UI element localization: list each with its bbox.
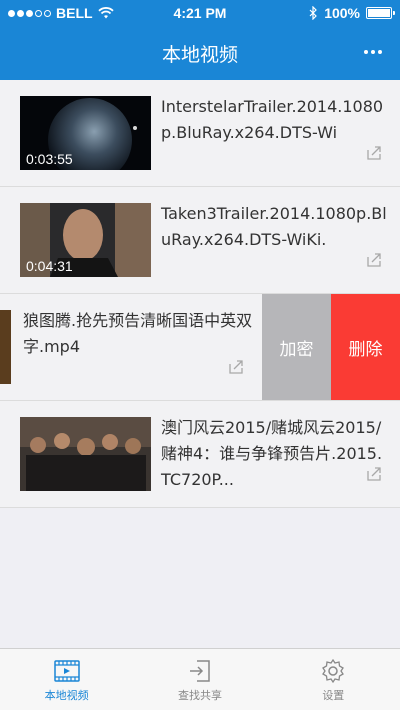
tab-settings[interactable]: 设置 bbox=[267, 649, 400, 710]
battery-icon bbox=[366, 7, 395, 19]
bluetooth-icon bbox=[309, 6, 318, 20]
video-name: 澳门风云2015/赌城风云2015/赌神4：谁与争锋预告片.2015.TC720… bbox=[161, 418, 383, 489]
tab-label: 本地视频 bbox=[44, 689, 89, 702]
import-icon bbox=[189, 660, 210, 682]
tab-find-share[interactable]: 查找共享 bbox=[133, 649, 266, 710]
more-icon[interactable] bbox=[360, 42, 386, 62]
video-duration: 0:04:31 bbox=[26, 258, 73, 274]
share-icon[interactable] bbox=[366, 252, 382, 268]
list-item[interactable]: 澳门风云2015/赌城风云2015/赌神4：谁与争锋预告片.2015.TC720… bbox=[0, 401, 400, 508]
tab-local-videos[interactable]: 本地视频 bbox=[0, 649, 133, 710]
tab-bar: 本地视频 查找共享 设置 bbox=[0, 648, 400, 710]
list-item[interactable]: 0:03:55 InterstelarTrailer.2014.1080p.Bl… bbox=[0, 80, 400, 187]
top-bar: BELL 4:21 PM 100% 本地视频 bbox=[0, 0, 400, 80]
tab-label: 查找共享 bbox=[177, 689, 222, 702]
video-name: Taken3Trailer.2014.1080p.BluRay.x264.DTS… bbox=[161, 204, 387, 249]
nav-bar: 本地视频 bbox=[0, 26, 400, 80]
video-thumbnail bbox=[20, 417, 151, 491]
video-thumbnail: 0:04:31 bbox=[20, 203, 151, 277]
video-thumbnail bbox=[0, 310, 11, 384]
page-title: 本地视频 bbox=[161, 44, 238, 66]
video-duration: 0:03:55 bbox=[26, 151, 73, 167]
swiped-row-content: 狼图腾.抢先预告清晰国语中英双字.mp4 bbox=[0, 294, 262, 400]
list-item[interactable]: 0:04:31 Taken3Trailer.2014.1080p.BluRay.… bbox=[0, 187, 400, 294]
status-bar: BELL 4:21 PM 100% bbox=[0, 0, 400, 26]
share-icon[interactable] bbox=[228, 359, 244, 375]
battery-percent: 100% bbox=[324, 5, 360, 21]
encrypt-button[interactable]: 加密 bbox=[262, 294, 331, 400]
video-name: InterstelarTrailer.2014.1080p.BluRay.x26… bbox=[161, 97, 384, 142]
film-icon bbox=[53, 660, 80, 682]
video-thumbnail: 0:03:55 bbox=[20, 96, 151, 170]
video-name: 狼图腾.抢先预告清晰国语中英双字.mp4 bbox=[23, 311, 253, 356]
tab-label: 设置 bbox=[322, 689, 345, 702]
delete-button[interactable]: 删除 bbox=[331, 294, 400, 400]
share-icon[interactable] bbox=[366, 466, 382, 482]
share-icon[interactable] bbox=[366, 145, 382, 161]
video-list: 0:03:55 InterstelarTrailer.2014.1080p.Bl… bbox=[0, 80, 400, 508]
list-item[interactable]: 狼图腾.抢先预告清晰国语中英双字.mp4 加密 删除 bbox=[0, 294, 400, 401]
gear-icon bbox=[322, 658, 345, 684]
